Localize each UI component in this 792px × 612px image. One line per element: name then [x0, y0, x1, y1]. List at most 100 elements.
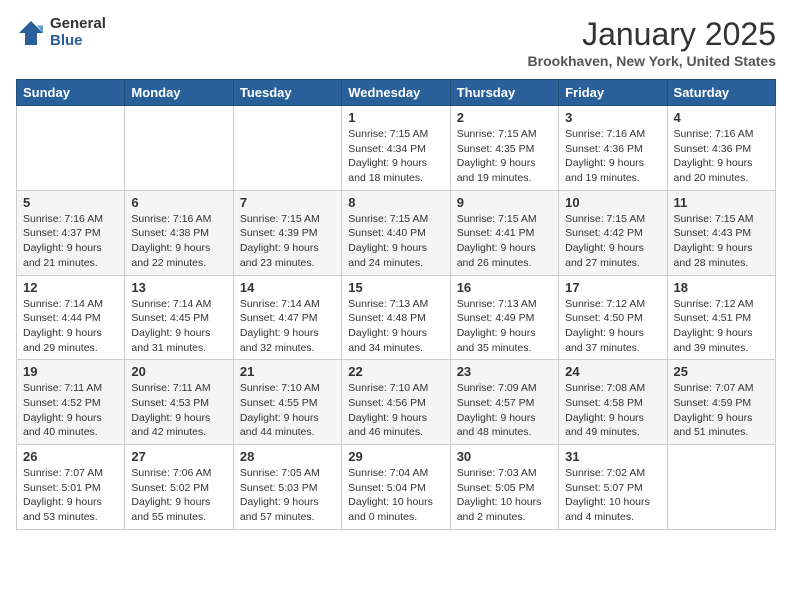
month-title: January 2025 [528, 16, 776, 53]
location-text: Brookhaven, New York, United States [528, 53, 776, 69]
day-header-monday: Monday [125, 80, 233, 106]
day-number: 16 [457, 280, 552, 295]
day-number: 6 [131, 195, 226, 210]
calendar-cell [125, 106, 233, 191]
calendar-cell: 28 Sunrise: 7:05 AMSunset: 5:03 PMDayligh… [233, 445, 341, 530]
calendar-cell: 20Sunrise: 7:11 AMSunset: 4:53 PMDayligh… [125, 360, 233, 445]
day-number: 20 [131, 364, 226, 379]
day-number: 4 [674, 110, 769, 125]
day-number: 5 [23, 195, 118, 210]
day-info: Sunrise: 7:16 AMSunset: 4:36 PMDaylight:… [674, 127, 769, 186]
day-info: Sunrise: 7:09 AMSunset: 4:57 PMDaylight:… [457, 381, 552, 440]
day-header-thursday: Thursday [450, 80, 558, 106]
calendar-cell: 19 Sunrise: 7:11 AMSunset: 4:52 PMDayligh… [17, 360, 125, 445]
day-info: Sunrise: 7:14 AMSunset: 4:45 PMDaylight:… [131, 297, 226, 356]
calendar-cell [17, 106, 125, 191]
day-info: Sunrise: 7:10 AMSunset: 4:55 PMDaylight:… [240, 381, 335, 440]
day-number: 3 [565, 110, 660, 125]
logo-general-text: General [50, 16, 106, 33]
day-number: 7 [240, 195, 335, 210]
calendar-body: 1 Sunrise: 7:15 AMSunset: 4:34 PMDaylight… [17, 106, 776, 530]
day-info: Sunrise: 7:13 AMSunset: 4:48 PMDaylight:… [348, 297, 443, 356]
calendar-cell: 30 Sunrise: 7:03 AMSunset: 5:05 PMDayligh… [450, 445, 558, 530]
day-info: Sunrise: 7:15 AMSunset: 4:40 PMDaylight:… [348, 212, 443, 271]
calendar-cell: 2Sunrise: 7:15 AMSunset: 4:35 PMDaylight… [450, 106, 558, 191]
calendar-cell: 13 Sunrise: 7:14 AMSunset: 4:45 PMDayligh… [125, 275, 233, 360]
calendar-cell: 29 Sunrise: 7:04 AMSunset: 5:04 PMDayligh… [342, 445, 450, 530]
calendar-cell: 26 Sunrise: 7:07 AMSunset: 5:01 PMDayligh… [17, 445, 125, 530]
day-info: Sunrise: 7:05 AMSunset: 5:03 PMDaylight:… [240, 466, 335, 525]
calendar-cell: 21 Sunrise: 7:10 AMSunset: 4:55 PMDayligh… [233, 360, 341, 445]
calendar-cell: 1 Sunrise: 7:15 AMSunset: 4:34 PMDaylight… [342, 106, 450, 191]
header-row: SundayMondayTuesdayWednesdayThursdayFrid… [17, 80, 776, 106]
day-number: 28 [240, 449, 335, 464]
day-info: Sunrise: 7:15 AMSunset: 4:35 PMDaylight:… [457, 127, 552, 186]
day-header-friday: Friday [559, 80, 667, 106]
calendar-cell [233, 106, 341, 191]
logo: General Blue [16, 16, 106, 49]
day-info: Sunrise: 7:07 AMSunset: 4:59 PMDaylight:… [674, 381, 769, 440]
calendar-cell: 31 Sunrise: 7:02 AMSunset: 5:07 PMDayligh… [559, 445, 667, 530]
day-info: Sunrise: 7:10 AMSunset: 4:56 PMDaylight:… [348, 381, 443, 440]
day-number: 22 [348, 364, 443, 379]
day-number: 8 [348, 195, 443, 210]
logo-icon [16, 18, 46, 48]
calendar-week-2: 5 Sunrise: 7:16 AMSunset: 4:37 PMDaylight… [17, 190, 776, 275]
day-header-saturday: Saturday [667, 80, 775, 106]
calendar-week-5: 26 Sunrise: 7:07 AMSunset: 5:01 PMDayligh… [17, 445, 776, 530]
day-number: 1 [348, 110, 443, 125]
day-info: Sunrise: 7:13 AMSunset: 4:49 PMDaylight:… [457, 297, 552, 356]
calendar-cell: 6Sunrise: 7:16 AMSunset: 4:38 PMDaylight… [125, 190, 233, 275]
calendar-cell: 12 Sunrise: 7:14 AMSunset: 4:44 PMDayligh… [17, 275, 125, 360]
calendar-cell: 15Sunrise: 7:13 AMSunset: 4:48 PMDayligh… [342, 275, 450, 360]
day-info: Sunrise: 7:08 AMSunset: 4:58 PMDaylight:… [565, 381, 660, 440]
day-header-wednesday: Wednesday [342, 80, 450, 106]
day-info: Sunrise: 7:14 AMSunset: 4:44 PMDaylight:… [23, 297, 118, 356]
day-info: Sunrise: 7:15 AMSunset: 4:42 PMDaylight:… [565, 212, 660, 271]
day-number: 21 [240, 364, 335, 379]
calendar-cell: 10 Sunrise: 7:15 AMSunset: 4:42 PMDayligh… [559, 190, 667, 275]
calendar-cell: 8 Sunrise: 7:15 AMSunset: 4:40 PMDaylight… [342, 190, 450, 275]
day-number: 25 [674, 364, 769, 379]
calendar-week-3: 12 Sunrise: 7:14 AMSunset: 4:44 PMDayligh… [17, 275, 776, 360]
day-header-tuesday: Tuesday [233, 80, 341, 106]
day-info: Sunrise: 7:04 AMSunset: 5:04 PMDaylight:… [348, 466, 443, 525]
calendar-cell: 4 Sunrise: 7:16 AMSunset: 4:36 PMDaylight… [667, 106, 775, 191]
day-number: 26 [23, 449, 118, 464]
day-number: 9 [457, 195, 552, 210]
calendar-cell: 22 Sunrise: 7:10 AMSunset: 4:56 PMDayligh… [342, 360, 450, 445]
calendar-cell: 27 Sunrise: 7:06 AMSunset: 5:02 PMDayligh… [125, 445, 233, 530]
day-number: 29 [348, 449, 443, 464]
day-info: Sunrise: 7:06 AMSunset: 5:02 PMDaylight:… [131, 466, 226, 525]
day-info: Sunrise: 7:16 AMSunset: 4:37 PMDaylight:… [23, 212, 118, 271]
day-info: Sunrise: 7:12 AMSunset: 4:50 PMDaylight:… [565, 297, 660, 356]
day-number: 30 [457, 449, 552, 464]
calendar-cell: 16 Sunrise: 7:13 AMSunset: 4:49 PMDayligh… [450, 275, 558, 360]
calendar-cell: 9Sunrise: 7:15 AMSunset: 4:41 PMDaylight… [450, 190, 558, 275]
day-info: Sunrise: 7:15 AMSunset: 4:34 PMDaylight:… [348, 127, 443, 186]
calendar-cell: 18Sunrise: 7:12 AMSunset: 4:51 PMDayligh… [667, 275, 775, 360]
page-header: General Blue January 2025 Brookhaven, Ne… [16, 16, 776, 69]
day-number: 24 [565, 364, 660, 379]
day-number: 13 [131, 280, 226, 295]
day-number: 14 [240, 280, 335, 295]
day-number: 17 [565, 280, 660, 295]
day-number: 19 [23, 364, 118, 379]
day-info: Sunrise: 7:03 AMSunset: 5:05 PMDaylight:… [457, 466, 552, 525]
day-number: 27 [131, 449, 226, 464]
day-info: Sunrise: 7:15 AMSunset: 4:43 PMDaylight:… [674, 212, 769, 271]
logo-blue-text: Blue [50, 33, 106, 50]
calendar-week-4: 19 Sunrise: 7:11 AMSunset: 4:52 PMDayligh… [17, 360, 776, 445]
day-info: Sunrise: 7:07 AMSunset: 5:01 PMDaylight:… [23, 466, 118, 525]
day-info: Sunrise: 7:12 AMSunset: 4:51 PMDaylight:… [674, 297, 769, 356]
day-info: Sunrise: 7:16 AMSunset: 4:36 PMDaylight:… [565, 127, 660, 186]
calendar-table: SundayMondayTuesdayWednesdayThursdayFrid… [16, 79, 776, 530]
day-number: 12 [23, 280, 118, 295]
title-block: January 2025 Brookhaven, New York, Unite… [528, 16, 776, 69]
day-info: Sunrise: 7:11 AMSunset: 4:52 PMDaylight:… [23, 381, 118, 440]
calendar-week-1: 1 Sunrise: 7:15 AMSunset: 4:34 PMDaylight… [17, 106, 776, 191]
calendar-cell: 7Sunrise: 7:15 AMSunset: 4:39 PMDaylight… [233, 190, 341, 275]
day-number: 10 [565, 195, 660, 210]
day-number: 31 [565, 449, 660, 464]
day-info: Sunrise: 7:02 AMSunset: 5:07 PMDaylight:… [565, 466, 660, 525]
